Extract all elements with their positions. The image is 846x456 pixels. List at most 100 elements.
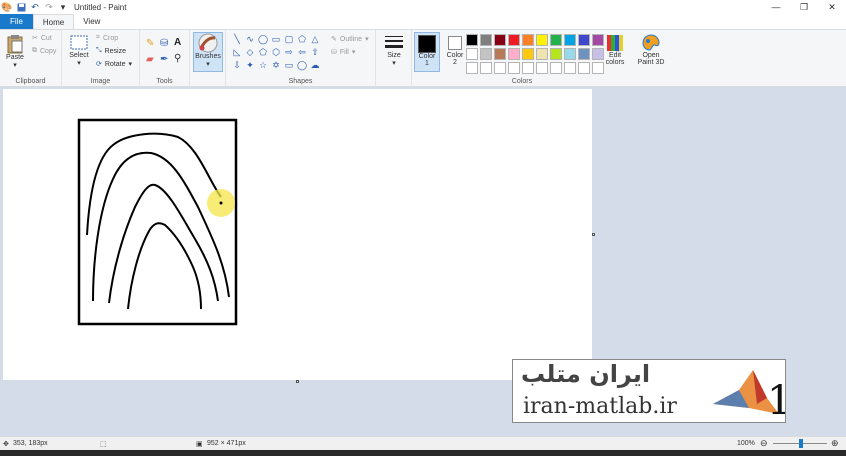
tools-group: ✎ ⛁ A ▰ ✒ ⚲ Tools [140, 30, 190, 87]
palette-swatch[interactable] [466, 62, 478, 74]
palette-swatch[interactable] [550, 48, 562, 60]
palette-swatch[interactable] [536, 34, 548, 46]
quick-access-toolbar: 🎨 ↶ ↷ ▾ [0, 2, 68, 12]
save-icon[interactable] [16, 2, 26, 12]
palette-swatch[interactable] [564, 34, 576, 46]
five-point-star-icon[interactable]: ☆ [257, 59, 269, 71]
palette-swatch[interactable] [578, 34, 590, 46]
left-arrow-shape-icon[interactable]: ⇦ [296, 46, 308, 58]
palette-swatch[interactable] [564, 48, 576, 60]
zoom-in-button[interactable]: ⊕ [831, 438, 839, 449]
colors-group-label: Colors [511, 78, 533, 85]
copy-button[interactable]: ⧉ Copy [32, 47, 56, 55]
pencil-icon[interactable]: ✎ [146, 38, 154, 49]
rectangle-shape-icon[interactable]: ▭ [270, 33, 282, 45]
eraser-icon[interactable]: ▰ [146, 54, 154, 65]
palette-swatch[interactable] [480, 48, 492, 60]
palette-swatch[interactable] [536, 62, 548, 74]
paint-app-icon[interactable]: 🎨 [1, 2, 12, 12]
palette-swatch[interactable] [466, 48, 478, 60]
palette-swatch[interactable] [508, 48, 520, 60]
tab-view[interactable]: View [74, 14, 109, 29]
copy-icon: ⧉ [32, 47, 37, 54]
triangle-shape-icon[interactable]: △ [309, 33, 321, 45]
customize-qat-icon[interactable]: ▾ [58, 2, 68, 12]
color1-button[interactable]: Color 1 [414, 32, 440, 72]
palette-swatch[interactable] [522, 48, 534, 60]
drawing [77, 118, 238, 326]
magnifier-icon[interactable]: ⚲ [174, 53, 181, 64]
select-button[interactable]: Select ▾ [66, 34, 92, 67]
curve-shape-icon[interactable]: ∿ [244, 33, 256, 45]
rotate-button[interactable]: ⟳ Rotate ▾ [96, 60, 132, 69]
tab-home[interactable]: Home [32, 14, 75, 29]
resize-handle-right[interactable] [592, 233, 595, 236]
select-icon [70, 35, 88, 50]
zoom-out-button[interactable]: ⊖ [760, 438, 768, 449]
edit-colors-button[interactable]: Edit colors [602, 34, 628, 66]
canvas-size-icon: ▣ [196, 440, 203, 448]
palette-swatch[interactable] [536, 48, 548, 60]
pentagon-shape-icon[interactable]: ⬠ [257, 46, 269, 58]
polygon-shape-icon[interactable]: ⬠ [296, 33, 308, 45]
rounded-callout-icon[interactable]: ▭ [283, 59, 295, 71]
brushes-button[interactable]: Brushes ▾ [193, 32, 223, 72]
right-arrow-shape-icon[interactable]: ⇨ [283, 46, 295, 58]
six-point-star-icon[interactable]: ✡ [270, 59, 282, 71]
palette-swatch[interactable] [550, 62, 562, 74]
palette-swatch[interactable] [550, 34, 562, 46]
resize-handle-bottom[interactable] [296, 380, 299, 383]
crop-button[interactable]: ⌗ Crop [96, 34, 118, 42]
drawing-canvas[interactable] [3, 89, 592, 380]
resize-button[interactable]: ⤡ Resize [96, 47, 126, 55]
palette-swatch[interactable] [578, 48, 590, 60]
palette-swatch[interactable] [578, 62, 590, 74]
fill-button[interactable]: ⛁ Fill ▾ [331, 48, 355, 57]
workspace: ایران متلب iran-matlab.ir 1 [0, 87, 846, 436]
palette-swatch[interactable] [494, 48, 506, 60]
palette-swatch[interactable] [494, 34, 506, 46]
minimize-button[interactable]: — [762, 0, 790, 14]
undo-icon[interactable]: ↶ [30, 2, 40, 12]
color-palette [466, 34, 604, 74]
oval-callout-icon[interactable]: ◯ [296, 59, 308, 71]
palette-swatch[interactable] [466, 34, 478, 46]
tab-file[interactable]: File [0, 14, 33, 29]
diamond-shape-icon[interactable]: ◇ [244, 46, 256, 58]
ribbon: Paste ▾ ✂ Cut ⧉ Copy Clipboard Select ▾ ⌗ C… [0, 29, 846, 87]
outline-button[interactable]: ✎ Outline ▾ [331, 35, 369, 44]
shapes-group: ╲ ∿ ◯ ▭ ▢ ⬠ △ ◺ ◇ ⬠ ⬡ ⇨ ⇦ ⇧ ⇩ ✦ ☆ ✡ ▭ ◯ … [226, 30, 376, 87]
color-picker-icon[interactable]: ✒ [160, 54, 168, 65]
rounded-rectangle-shape-icon[interactable]: ▢ [283, 33, 295, 45]
palette-swatch[interactable] [508, 34, 520, 46]
fill-icon: ⛁ [331, 49, 337, 56]
palette-swatch[interactable] [522, 62, 534, 74]
size-button[interactable]: Size ▾ [382, 34, 406, 67]
hexagon-shape-icon[interactable]: ⬡ [270, 46, 282, 58]
line-shape-icon[interactable]: ╲ [231, 33, 243, 45]
palette-swatch[interactable] [508, 62, 520, 74]
open-paint3d-button[interactable]: Open Paint 3D [634, 34, 668, 66]
cloud-callout-icon[interactable]: ☁ [309, 59, 321, 71]
close-button[interactable]: ✕ [818, 0, 846, 14]
cut-button[interactable]: ✂ Cut [32, 34, 52, 43]
palette-swatch[interactable] [522, 34, 534, 46]
up-arrow-shape-icon[interactable]: ⇧ [309, 46, 321, 58]
four-point-star-icon[interactable]: ✦ [244, 59, 256, 71]
text-icon[interactable]: A [174, 37, 181, 48]
palette-swatch[interactable] [480, 62, 492, 74]
redo-icon[interactable]: ↷ [44, 2, 54, 12]
oval-shape-icon[interactable]: ◯ [257, 33, 269, 45]
down-arrow-shape-icon[interactable]: ⇩ [231, 59, 243, 71]
paste-button[interactable]: Paste ▾ [4, 34, 26, 69]
color2-button[interactable]: Color 2 [442, 32, 468, 72]
right-triangle-shape-icon[interactable]: ◺ [231, 46, 243, 58]
fill-bucket-icon[interactable]: ⛁ [160, 38, 168, 49]
zoom-slider-thumb[interactable] [799, 439, 803, 448]
palette-swatch[interactable] [480, 34, 492, 46]
palette-swatch[interactable] [564, 62, 576, 74]
maximize-button[interactable]: ❐ [790, 0, 818, 14]
ribbon-tabs: File Home View [0, 14, 846, 29]
palette-swatch[interactable] [494, 62, 506, 74]
cursor-position-icon: ✥ [3, 440, 9, 448]
